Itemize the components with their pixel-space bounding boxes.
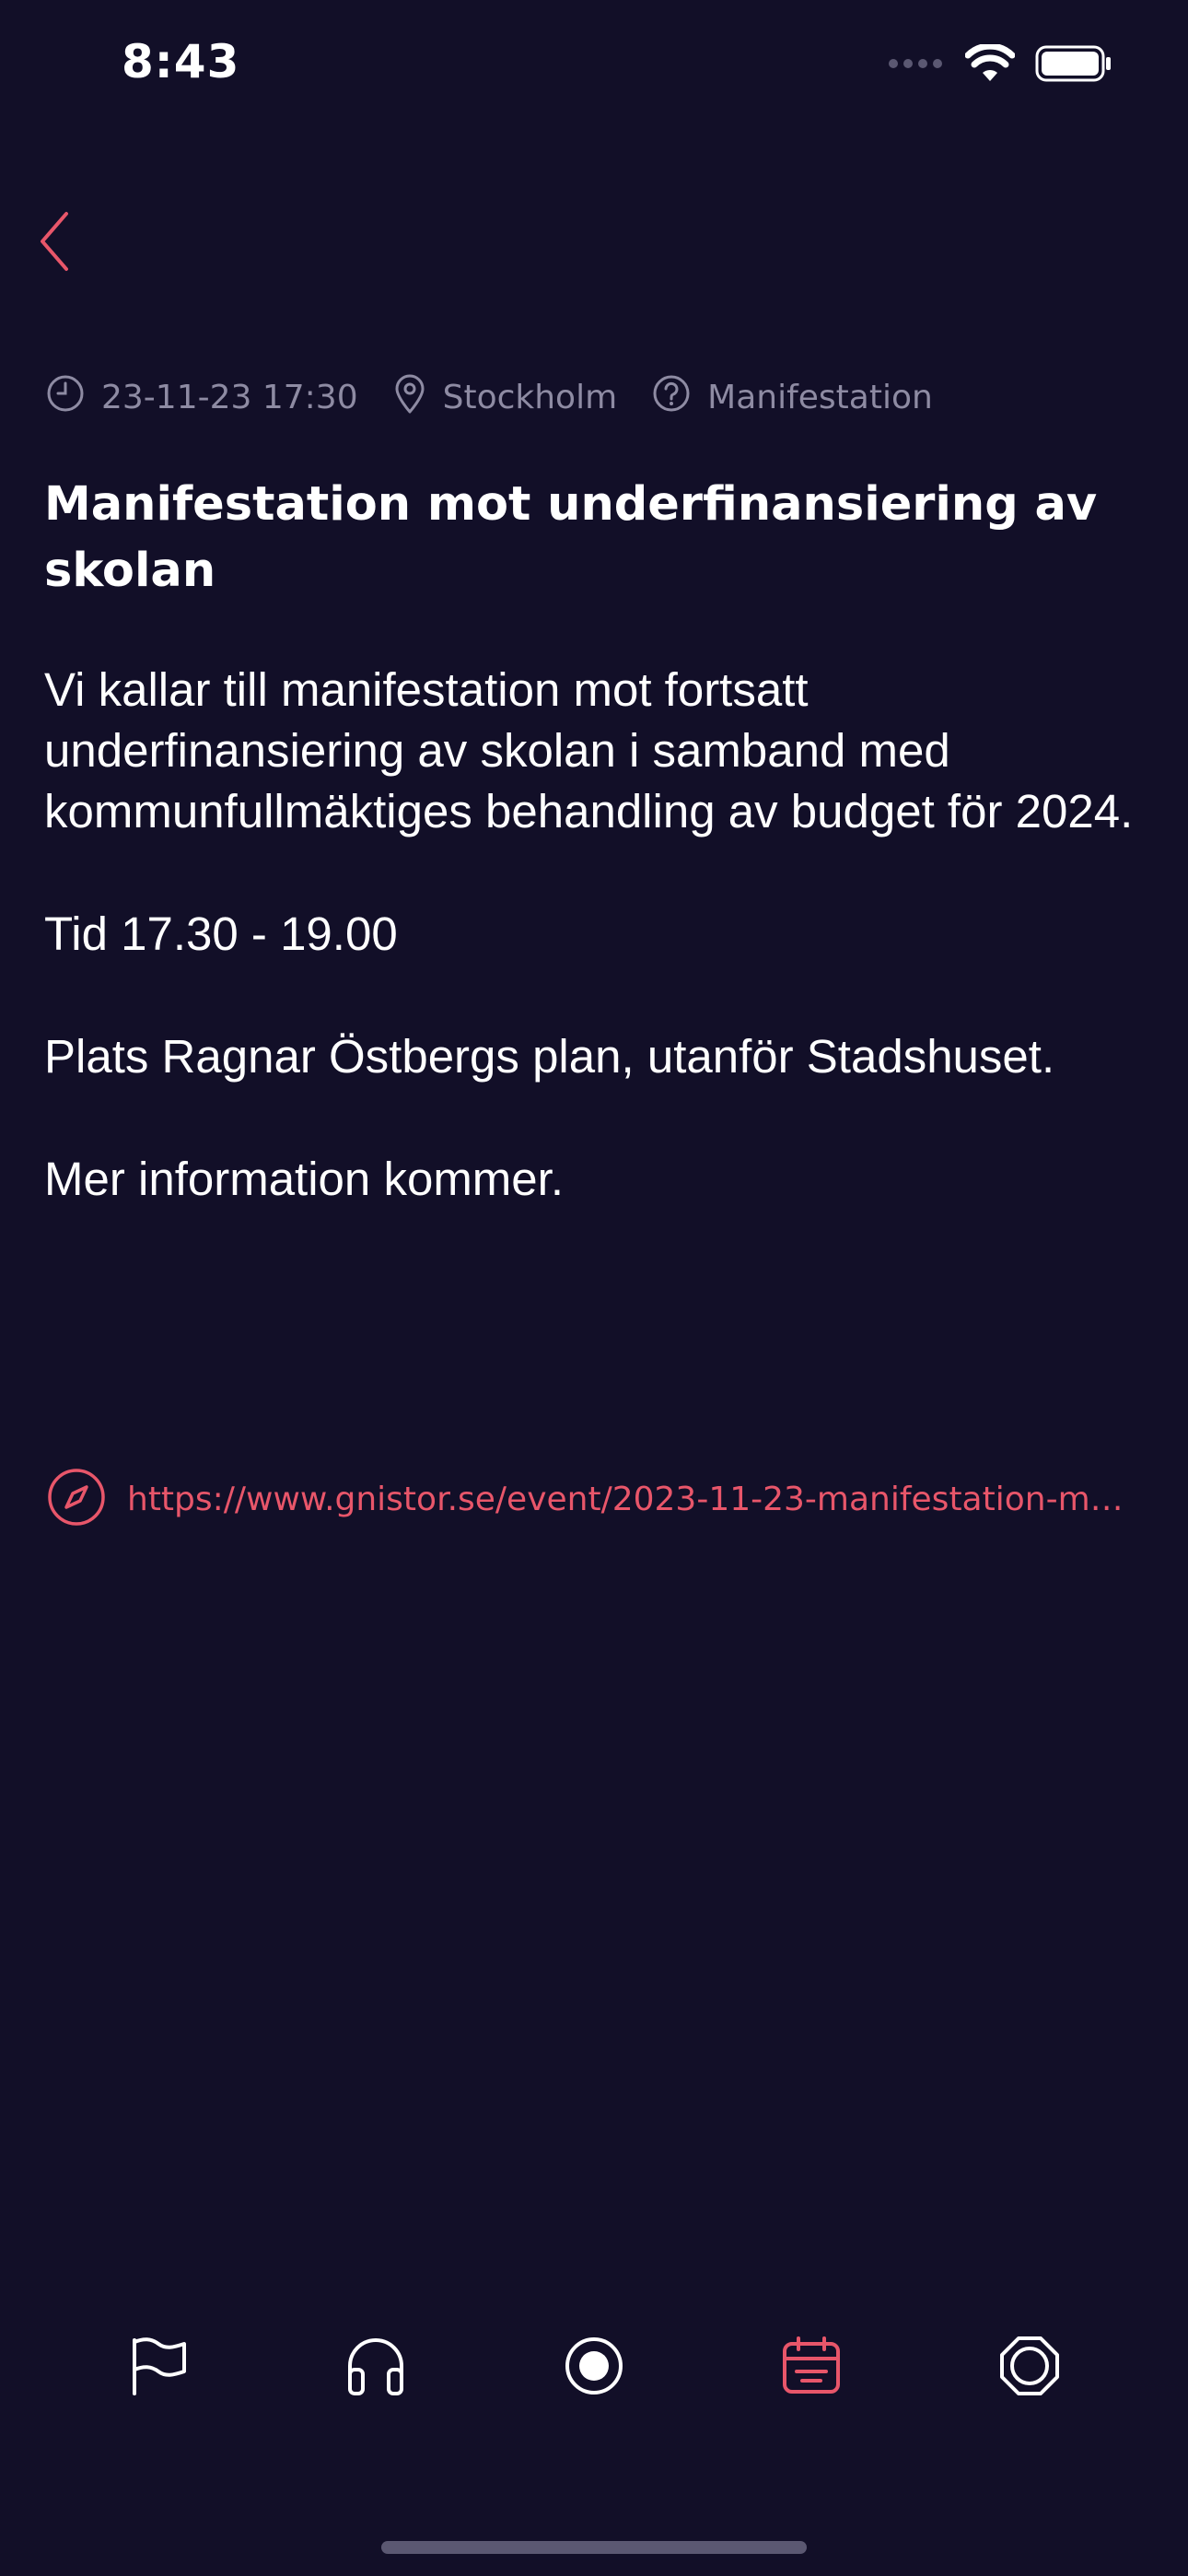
event-link[interactable]: https://www.gnistor.se/event/2023-11-23-… xyxy=(46,1467,1142,1532)
description-paragraph: Plats Ragnar Östbergs plan, utanför Stad… xyxy=(44,1030,1055,1083)
event-date: 23-11-23 17:30 xyxy=(46,374,358,421)
chevron-left-icon xyxy=(33,212,79,282)
tab-podcast[interactable] xyxy=(330,2322,422,2414)
event-meta: 23-11-23 17:30 Stockholm Manifestation xyxy=(46,373,968,422)
event-category-text: Manifestation xyxy=(707,379,933,416)
tab-flag[interactable] xyxy=(112,2322,204,2414)
description-paragraph: Mer information kommer. xyxy=(44,1153,564,1205)
flag-icon xyxy=(127,2335,190,2402)
status-icons xyxy=(888,42,1112,88)
event-location-text: Stockholm xyxy=(442,379,618,416)
event-location: Stockholm xyxy=(393,373,618,422)
tab-live[interactable] xyxy=(548,2322,640,2414)
home-indicator[interactable] xyxy=(381,2541,807,2554)
octagon-icon xyxy=(998,2335,1061,2402)
back-button[interactable] xyxy=(33,205,79,278)
event-link-text[interactable]: https://www.gnistor.se/event/2023-11-23-… xyxy=(127,1481,1142,1518)
compass-icon xyxy=(46,1467,127,1532)
event-category: Manifestation xyxy=(652,374,933,421)
cellular-signal-icon xyxy=(888,56,945,76)
description-paragraph: Tid 17.30 - 19.00 xyxy=(44,907,398,960)
status-bar: 8:43 xyxy=(0,0,1188,138)
clock-icon xyxy=(46,374,101,421)
event-title: Manifestation mot underfinansiering av s… xyxy=(44,477,1098,598)
record-icon xyxy=(563,2335,625,2402)
status-time: 8:43 xyxy=(122,35,240,88)
question-circle-icon xyxy=(652,374,707,421)
headphones-icon xyxy=(344,2335,407,2402)
wifi-icon xyxy=(964,42,1016,88)
tab-bar xyxy=(0,2322,1188,2414)
location-pin-icon xyxy=(393,373,443,422)
calendar-icon xyxy=(780,2335,843,2402)
description-paragraph: Vi kallar till manifestation mot fortsat… xyxy=(44,663,1134,837)
tab-settings[interactable] xyxy=(984,2322,1076,2414)
event-description: Vi kallar till manifestation mot fortsat… xyxy=(44,660,1149,1271)
battery-icon xyxy=(1035,45,1112,87)
event-date-text: 23-11-23 17:30 xyxy=(101,379,358,416)
tab-calendar[interactable] xyxy=(765,2322,857,2414)
